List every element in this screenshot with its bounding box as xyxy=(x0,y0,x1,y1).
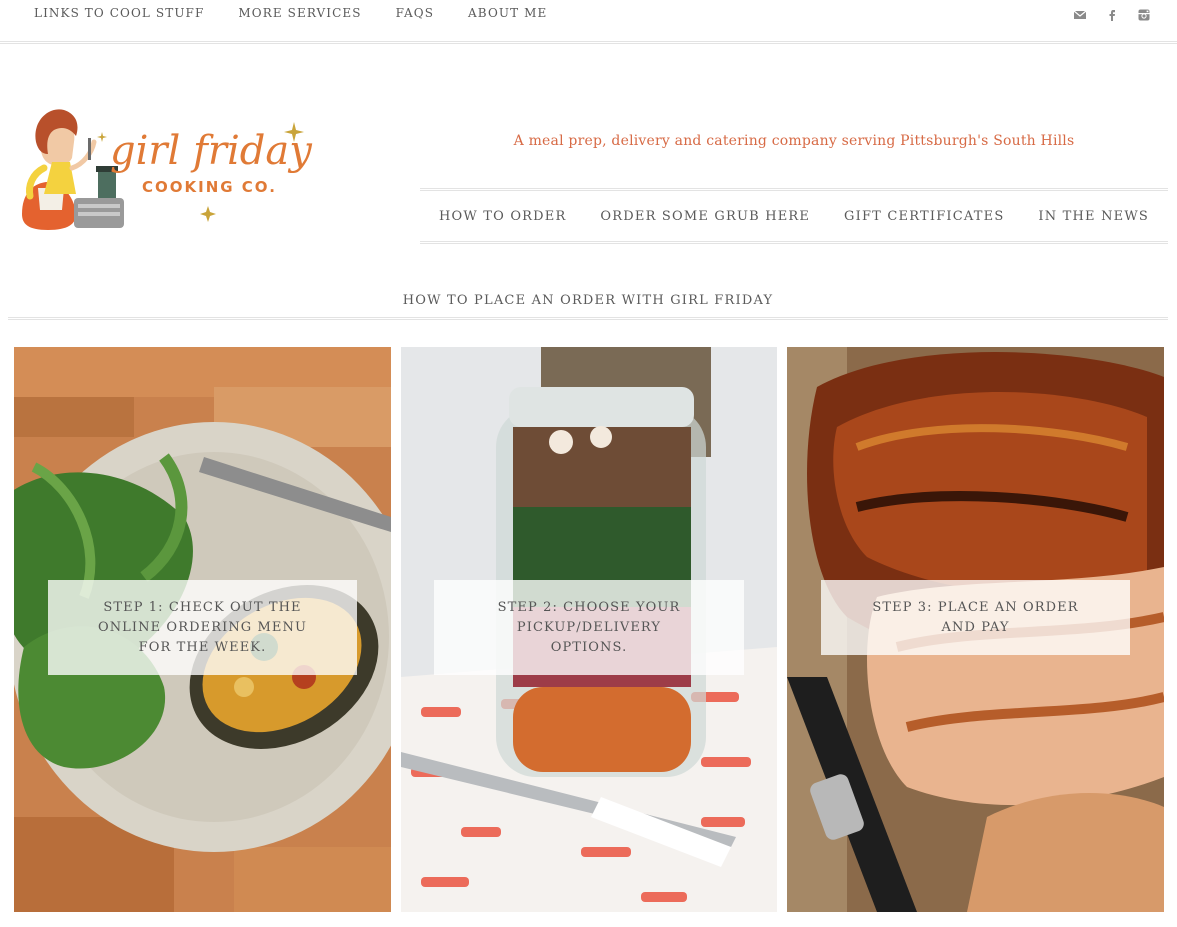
top-nav-about-me[interactable]: ABOUT ME xyxy=(468,6,547,20)
step-2-line-3: OPTIONS. xyxy=(550,639,628,655)
tagline: A meal prep, delivery and catering compa… xyxy=(513,133,1075,149)
instagram-icon[interactable] xyxy=(1137,7,1151,21)
step-2-tile[interactable]: STEP 2: CHOOSE YOUR PICKUP/DELIVERY OPTI… xyxy=(401,347,777,912)
logo-wordmark: girl friday xyxy=(110,128,313,174)
step-1-line-2: ONLINE ORDERING MENU xyxy=(97,619,308,635)
step-3-line-2: AND PAY xyxy=(941,619,1010,635)
step-3-caption: STEP 3: PLACE AN ORDER AND PAY xyxy=(821,580,1130,655)
mail-icon[interactable] xyxy=(1073,7,1087,21)
step-3-line-1: STEP 3: PLACE AN ORDER xyxy=(872,599,1079,615)
step-1-line-1: STEP 1: CHECK OUT THE xyxy=(103,599,302,615)
step-3-tile[interactable]: STEP 3: PLACE AN ORDER AND PAY xyxy=(787,347,1164,912)
main-nav-how-to-order[interactable]: HOW TO ORDER xyxy=(439,209,567,224)
step-1-caption: STEP 1: CHECK OUT THE ONLINE ORDERING ME… xyxy=(48,580,357,675)
main-nav: HOW TO ORDER ORDER SOME GRUB HERE GIFT C… xyxy=(420,188,1168,244)
top-nav-links-to-cool-stuff[interactable]: LINKS TO COOL STUFF xyxy=(34,6,204,20)
top-nav: LINKS TO COOL STUFF MORE SERVICES FAQS A… xyxy=(34,6,581,20)
main-nav-gift-certificates[interactable]: GIFT CERTIFICATES xyxy=(844,209,1004,224)
top-nav-more-services[interactable]: MORE SERVICES xyxy=(238,6,361,20)
facebook-icon[interactable] xyxy=(1105,7,1119,21)
main-nav-order-some-grub-here[interactable]: ORDER SOME GRUB HERE xyxy=(600,209,810,224)
top-nav-faqs[interactable]: FAQS xyxy=(396,6,434,20)
step-2-caption: STEP 2: CHOOSE YOUR PICKUP/DELIVERY OPTI… xyxy=(434,580,744,675)
social-links xyxy=(1073,7,1151,21)
main-nav-in-the-news[interactable]: IN THE NEWS xyxy=(1038,209,1149,224)
logo-graphic: girl friday COOKING CO. xyxy=(22,109,313,230)
page-title: HOW TO PLACE AN ORDER WITH GIRL FRIDAY xyxy=(402,293,774,308)
step-2-line-1: STEP 2: CHOOSE YOUR xyxy=(497,599,681,615)
logo-subtitle: COOKING CO. xyxy=(142,178,277,196)
step-1-line-3: FOR THE WEEK. xyxy=(138,639,267,655)
girl-friday-logo[interactable]: girl friday COOKING CO. xyxy=(18,98,328,238)
step-2-line-2: PICKUP/DELIVERY xyxy=(516,619,662,635)
section-divider xyxy=(8,317,1168,321)
step-1-tile[interactable]: STEP 1: CHECK OUT THE ONLINE ORDERING ME… xyxy=(14,347,391,912)
top-bar: LINKS TO COOL STUFF MORE SERVICES FAQS A… xyxy=(0,0,1177,44)
